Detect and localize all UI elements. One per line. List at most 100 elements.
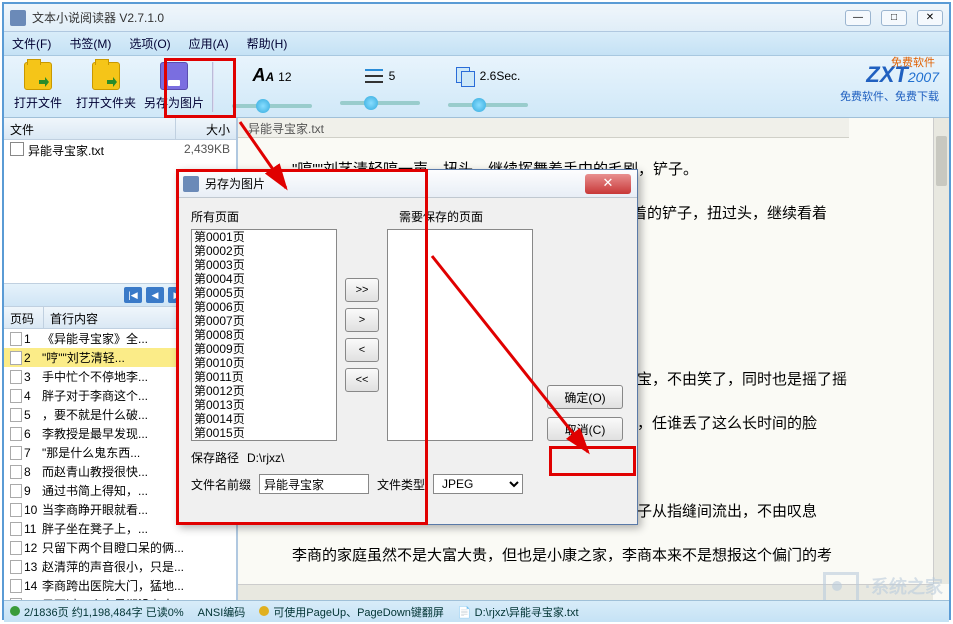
menu-bookmark[interactable]: 书签(M): [69, 35, 111, 52]
font-size-value: 12: [278, 70, 291, 84]
file-type-select[interactable]: JPEG: [433, 474, 523, 494]
page-option[interactable]: 第0008页: [192, 328, 336, 342]
zxt-year: 2007: [908, 69, 939, 85]
reader-filename: 异能寻宝家.txt: [238, 118, 849, 138]
zxt-text: ZXT: [866, 62, 908, 87]
file-name: 异能寻宝家.txt: [28, 142, 104, 159]
save-as-image-dialog: 另存为图片 ✕ 所有页面 需要保存的页面 第0001页第0002页第0003页第…: [176, 169, 638, 525]
line-spacing-slider[interactable]: [340, 101, 420, 105]
dialog-close-button[interactable]: ✕: [585, 174, 631, 194]
interval-slider[interactable]: [448, 103, 528, 107]
window-title: 文本小说阅读器 V2.7.1.0: [32, 9, 845, 26]
page-option[interactable]: 第0004页: [192, 272, 336, 286]
menu-apply[interactable]: 应用(A): [189, 35, 229, 52]
interval-value: 2.6Sec.: [480, 69, 521, 83]
page-option[interactable]: 第0001页: [192, 230, 336, 244]
open-folder-label: 打开文件夹: [76, 96, 136, 110]
move-all-right-button[interactable]: >>: [345, 278, 379, 302]
open-file-label: 打开文件: [14, 96, 62, 110]
maximize-button[interactable]: □: [881, 10, 907, 26]
file-row[interactable]: 异能寻宝家.txt 2,439KB: [4, 140, 236, 161]
open-folder-button[interactable]: 打开文件夹: [72, 62, 140, 111]
save-as-image-label: 另存为图片: [144, 96, 204, 110]
toolbar: 免费软件 打开文件 打开文件夹 另存为图片 AA 12: [4, 56, 949, 118]
menubar: 文件(F) 书签(M) 选项(O) 应用(A) 帮助(H): [4, 32, 949, 56]
page-row[interactable]: 13赵清萍的声音很小，只是...: [4, 557, 236, 576]
page-header-num[interactable]: 页码: [4, 307, 44, 328]
menu-options[interactable]: 选项(O): [129, 35, 170, 52]
folder-arrow-icon: [92, 62, 120, 90]
ok-button[interactable]: 确定(O): [547, 385, 623, 409]
page-row[interactable]: 14李商跨出医院大门，猛地...: [4, 576, 236, 595]
open-file-button[interactable]: 打开文件: [4, 62, 72, 111]
dialog-icon: [183, 176, 199, 192]
statusbar: 2/1836页 约1,198,484字 已读0% ANSI编码 可使用PageU…: [4, 600, 949, 622]
all-pages-listbox[interactable]: 第0001页第0002页第0003页第0004页第0005页第0006页第000…: [191, 229, 337, 441]
page-option[interactable]: 第0016页: [192, 440, 336, 441]
dialog-titlebar: 另存为图片 ✕: [177, 170, 637, 198]
file-header-name[interactable]: 文件: [4, 118, 176, 139]
prev-page-button[interactable]: ◀: [146, 287, 164, 303]
save-path-label: 保存路径: [191, 449, 239, 466]
font-size-slider[interactable]: [232, 104, 312, 108]
floppy-disk-icon: [160, 62, 188, 90]
vertical-scrollbar[interactable]: [933, 118, 949, 584]
horizontal-scrollbar[interactable]: [238, 584, 933, 600]
file-list-header: 文件 大小: [4, 118, 236, 140]
text-file-icon: [10, 142, 24, 156]
status-chars: 约1,198,484字: [72, 607, 143, 619]
page-option[interactable]: 第0009页: [192, 342, 336, 356]
cancel-button[interactable]: 取消(C): [547, 417, 623, 441]
prefix-label: 文件名前缀: [191, 476, 251, 493]
zxt-logo: ZXT2007 免费软件、免费下载: [840, 62, 939, 104]
page-option[interactable]: 第0006页: [192, 300, 336, 314]
line-spacing-value: 5: [389, 69, 396, 83]
line-spacing-icon: [365, 69, 383, 83]
status-tip: 可使用PageUp、PageDown键翻屏: [273, 607, 444, 619]
status-pages: 2/1836页: [24, 607, 69, 619]
menu-help[interactable]: 帮助(H): [247, 35, 288, 52]
status-encoding: ANSI编码: [198, 604, 246, 620]
prefix-input[interactable]: [259, 474, 369, 494]
page-row[interactable]: 12只留下两个目瞪口呆的俩...: [4, 538, 236, 557]
first-page-button[interactable]: |◀: [124, 287, 142, 303]
file-size: 2,439KB: [170, 142, 230, 159]
status-dot-icon: [10, 606, 20, 616]
page-option[interactable]: 第0005页: [192, 286, 336, 300]
minimize-button[interactable]: —: [845, 10, 871, 26]
page-option[interactable]: 第0012页: [192, 384, 336, 398]
zxt-subtitle: 免费软件、免费下载: [840, 88, 939, 104]
type-label: 文件类型: [377, 476, 425, 493]
status-bulb-icon: [259, 606, 269, 616]
file-header-size[interactable]: 大小: [176, 118, 236, 139]
reader-line: 李商的家庭虽然不是大富大贵，但也是小康之家，李商本来不是想报这个偏门的考: [262, 538, 925, 574]
menu-file[interactable]: 文件(F): [12, 35, 51, 52]
page-option[interactable]: 第0002页: [192, 244, 336, 258]
all-pages-label: 所有页面: [191, 208, 239, 225]
save-path-value: D:\rjxz\: [247, 451, 284, 465]
save-as-image-button[interactable]: 另存为图片: [140, 62, 208, 111]
page-option[interactable]: 第0010页: [192, 356, 336, 370]
page-option[interactable]: 第0011页: [192, 370, 336, 384]
need-save-label: 需要保存的页面: [399, 208, 483, 225]
titlebar: 文本小说阅读器 V2.7.1.0 — □ ✕: [4, 4, 949, 32]
page-row[interactable]: 15只不过一个多星期没有来...: [4, 595, 236, 600]
selected-pages-listbox[interactable]: [387, 229, 533, 441]
font-size-icon: AA: [252, 65, 274, 86]
page-option[interactable]: 第0015页: [192, 426, 336, 440]
status-read: 已读0%: [146, 607, 184, 619]
move-left-button[interactable]: <: [345, 338, 379, 362]
page-option[interactable]: 第0013页: [192, 398, 336, 412]
move-right-button[interactable]: >: [345, 308, 379, 332]
page-option[interactable]: 第0007页: [192, 314, 336, 328]
page-option[interactable]: 第0003页: [192, 258, 336, 272]
move-all-left-button[interactable]: <<: [345, 368, 379, 392]
app-icon: [10, 10, 26, 26]
page-option[interactable]: 第0014页: [192, 412, 336, 426]
pages-icon: [456, 67, 474, 85]
toolbar-separator: [212, 62, 214, 112]
close-button[interactable]: ✕: [917, 10, 943, 26]
status-path: D:\rjxz\异能寻宝家.txt: [475, 607, 579, 619]
dialog-title: 另存为图片: [205, 175, 585, 192]
folder-icon: [24, 62, 52, 90]
